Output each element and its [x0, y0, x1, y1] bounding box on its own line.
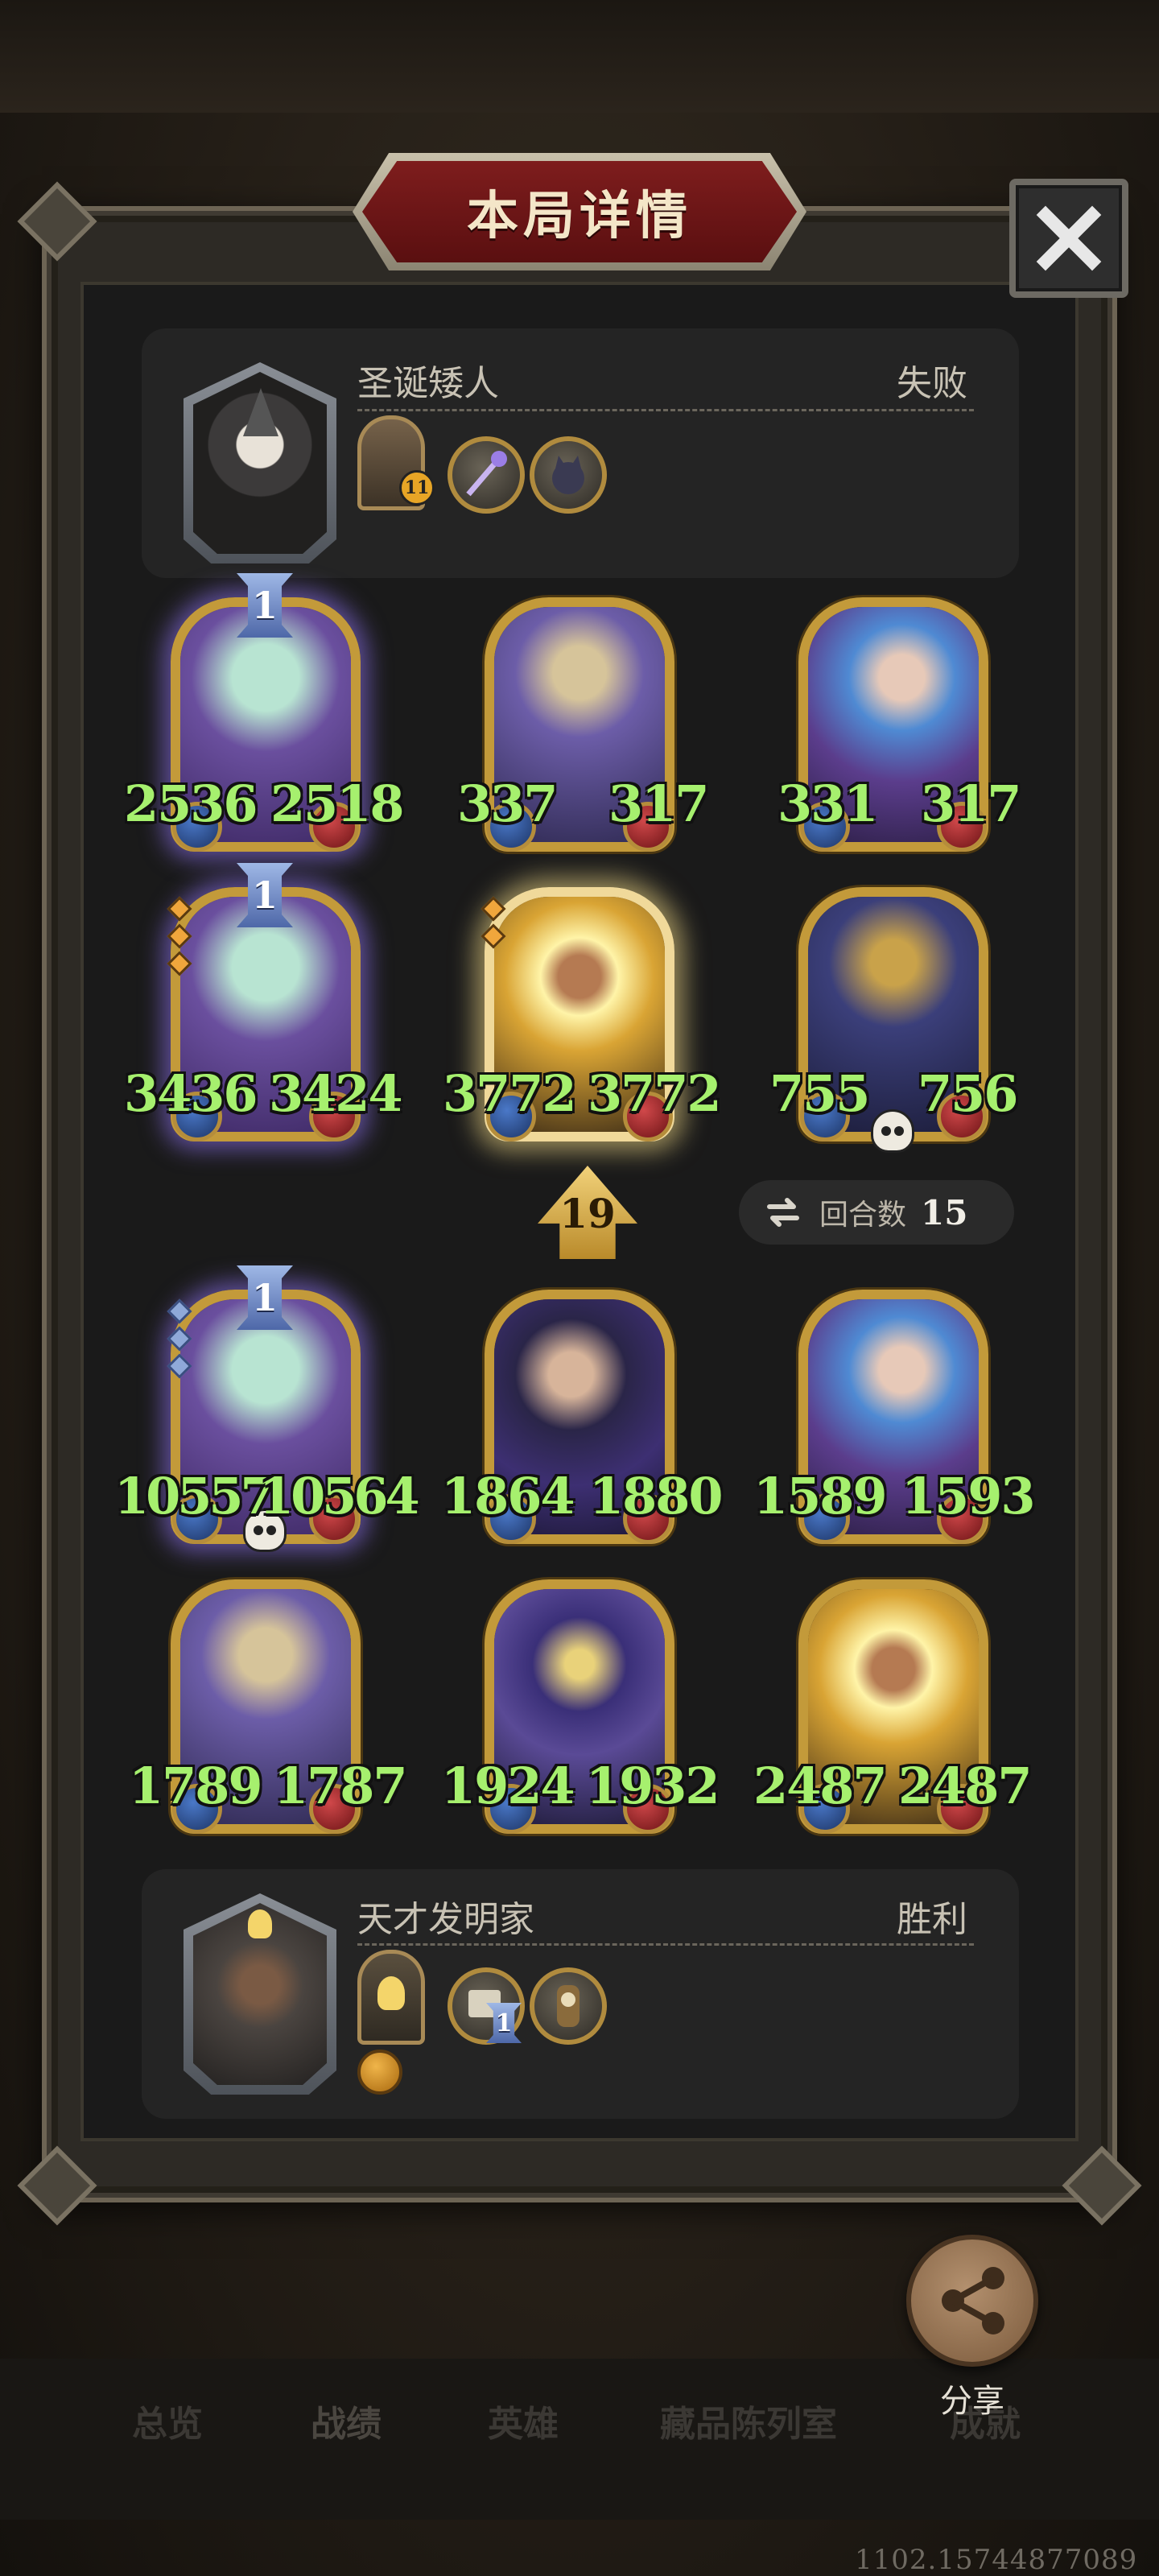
player-shop-item[interactable]	[357, 1950, 425, 2045]
hero-attack: 337	[457, 774, 558, 833]
hero-attack: 1864	[441, 1467, 575, 1525]
hero-health: 2518	[270, 774, 405, 833]
hero-health: 317	[608, 774, 709, 833]
round-label: 回合数	[819, 1199, 907, 1232]
round-counter: 回合数 15	[739, 1180, 1014, 1245]
hero-health: 1787	[274, 1757, 408, 1815]
hero-health: 317	[921, 774, 1021, 833]
round-value: 15	[921, 1192, 968, 1232]
tab-collection[interactable]: 藏品陈列室	[660, 2395, 837, 2446]
hero-attack: 10557	[114, 1467, 275, 1525]
refresh-icon	[767, 1198, 799, 1227]
hero-attack: 331	[777, 774, 878, 833]
opponent-avatar[interactable]	[193, 372, 327, 554]
share-icon	[942, 2267, 1004, 2334]
tab-overview[interactable]: 总览	[132, 2395, 203, 2446]
player-artifact-clock[interactable]	[530, 1967, 607, 2045]
hero-health: 10564	[259, 1467, 420, 1525]
hero-health: 3772	[588, 1064, 722, 1123]
clock-icon	[557, 1985, 580, 2027]
hero-attack: 1589	[753, 1467, 888, 1525]
skull-icon	[871, 1109, 914, 1153]
divider	[357, 1943, 974, 1946]
hero-health: 1932	[586, 1757, 720, 1815]
coin-icon	[357, 2050, 402, 2095]
share-label: 分享	[940, 2383, 1004, 2420]
hero-health: 3424	[269, 1064, 403, 1123]
hero-attack: 3772	[443, 1064, 577, 1123]
tab-records[interactable]: 战绩	[311, 2395, 382, 2446]
hero-attack: 3436	[124, 1064, 258, 1123]
lightbulb-icon	[377, 1976, 405, 2010]
hero-attack: 1789	[129, 1757, 263, 1815]
player-result: 胜利	[897, 1899, 967, 1940]
hero-attack: 2487	[753, 1757, 888, 1815]
hero-attack: 755	[769, 1064, 870, 1123]
hero-attack: 2536	[124, 774, 258, 833]
divider	[357, 409, 974, 411]
opponent-artifact-cat[interactable]	[530, 436, 607, 514]
staff-icon	[466, 451, 507, 497]
tab-heroes[interactable]: 英雄	[488, 2395, 559, 2446]
share-button[interactable]	[906, 2235, 1038, 2367]
opponent-result: 失败	[897, 363, 967, 404]
top-background	[0, 0, 1159, 113]
item-count-badge: 11	[399, 470, 435, 506]
hero-health: 1880	[589, 1467, 724, 1525]
opponent-name: 圣诞矮人	[357, 363, 499, 404]
hero-health: 2487	[898, 1757, 1033, 1815]
player-name: 天才发明家	[357, 1899, 534, 1940]
opponent-artifact-staff[interactable]	[448, 436, 525, 514]
page-title: 本局详情	[467, 187, 692, 246]
tavern-tier: 19	[559, 1190, 616, 1237]
close-button[interactable]	[1009, 179, 1128, 298]
player-avatar[interactable]	[193, 1903, 327, 2085]
build-id: 1102.15744877089	[855, 2544, 1138, 2576]
hero-health: 756	[918, 1064, 1018, 1123]
cat-icon	[552, 456, 584, 494]
lightbulb-icon	[248, 1909, 272, 1938]
hero-attack: 1924	[441, 1757, 575, 1815]
close-icon	[1036, 205, 1102, 271]
hero-health: 1593	[901, 1467, 1036, 1525]
gnome-hat-icon	[243, 388, 278, 436]
